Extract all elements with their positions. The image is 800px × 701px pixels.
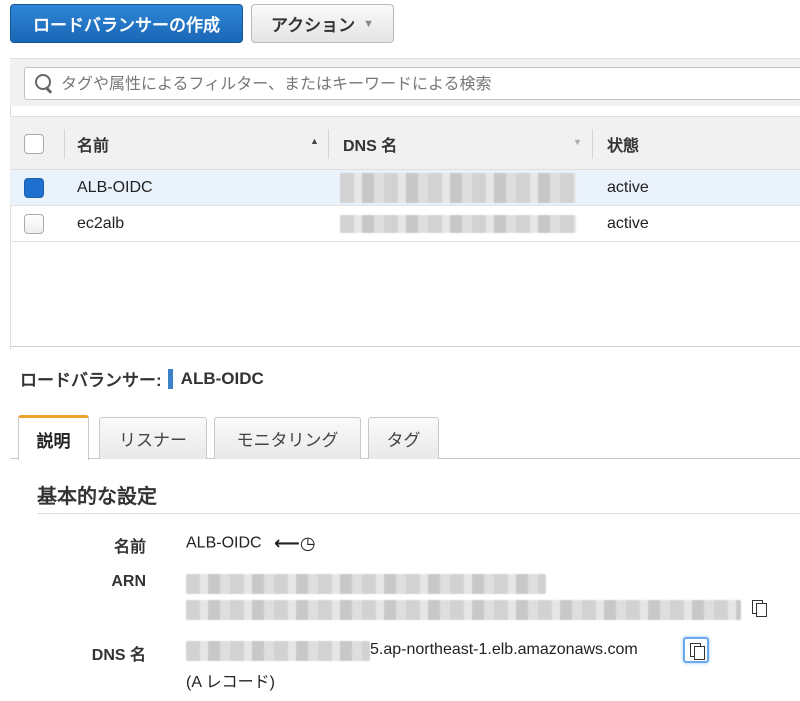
detail-title-value: ALB-OIDC bbox=[180, 368, 264, 388]
tab-tags-label: タグ bbox=[386, 431, 421, 450]
tab-monitoring-label: モニタリング bbox=[236, 431, 339, 450]
field-value-name: ALB-OIDC bbox=[186, 534, 262, 552]
detail-title: ロードバランサー: ALB-OIDC bbox=[20, 366, 264, 391]
column-header-dns[interactable]: DNS 名 bbox=[343, 117, 397, 171]
section-divider bbox=[37, 513, 800, 514]
column-header-state-label: 状態 bbox=[607, 138, 640, 155]
search-input[interactable] bbox=[61, 74, 800, 93]
table-header: 名前 ▲ DNS 名 ▼ 状態 bbox=[10, 116, 800, 170]
copy-arn-icon[interactable] bbox=[748, 597, 770, 619]
chevron-down-icon: ▼ bbox=[363, 17, 375, 30]
row-state: active bbox=[607, 179, 649, 196]
search-box[interactable] bbox=[24, 67, 800, 100]
table-empty-area bbox=[10, 242, 800, 347]
tab-description-label: 説明 bbox=[36, 431, 71, 451]
section-title: 基本的な設定 bbox=[37, 486, 157, 508]
column-header-dns-label: DNS 名 bbox=[343, 138, 398, 155]
column-divider bbox=[64, 129, 65, 159]
table-row[interactable]: ec2alb active bbox=[10, 206, 800, 242]
row-name: ec2alb bbox=[77, 215, 125, 232]
redacted-dns-value bbox=[340, 173, 576, 203]
history-icon[interactable]: ⟵◷ bbox=[274, 533, 316, 554]
tab-listeners-label: リスナー bbox=[119, 431, 187, 450]
sort-descending-icon[interactable]: ▼ bbox=[573, 137, 582, 147]
title-accent-bar bbox=[167, 368, 173, 389]
row-checkbox[interactable] bbox=[24, 214, 44, 234]
detail-tabs: 説明 リスナー モニタリング タグ bbox=[10, 415, 800, 460]
column-header-name-label: 名前 bbox=[77, 138, 110, 155]
field-value-name-wrap: ALB-OIDC ⟵◷ bbox=[186, 533, 316, 554]
tab-listeners[interactable]: リスナー bbox=[99, 417, 207, 459]
load-balancer-table: 名前 ▲ DNS 名 ▼ 状態 ALB-OIDC active ec2alb a… bbox=[10, 116, 800, 347]
create-load-balancer-label: ロードバランサーの作成 bbox=[33, 16, 220, 35]
column-header-name[interactable]: 名前 bbox=[77, 117, 109, 171]
actions-dropdown-button[interactable]: アクション ▼ bbox=[251, 4, 394, 43]
row-name: ALB-OIDC bbox=[77, 179, 153, 196]
field-value-dns-suffix: 5.ap-northeast-1.elb.amazonaws.com bbox=[370, 641, 638, 658]
create-load-balancer-button[interactable]: ロードバランサーの作成 bbox=[10, 4, 243, 43]
select-all-cell bbox=[24, 117, 44, 171]
redacted-arn-line-1 bbox=[186, 574, 546, 594]
column-divider bbox=[592, 129, 593, 159]
column-divider bbox=[328, 129, 329, 159]
row-dns-redacted bbox=[340, 170, 576, 206]
row-dns-redacted bbox=[340, 206, 576, 242]
row-checkbox-cell bbox=[24, 206, 44, 242]
field-value-dns-record-type: (A レコード) bbox=[186, 674, 275, 691]
select-all-checkbox[interactable] bbox=[24, 134, 44, 154]
table-row[interactable]: ALB-OIDC active bbox=[10, 170, 800, 206]
sort-ascending-icon[interactable]: ▲ bbox=[310, 136, 319, 146]
row-state: active bbox=[607, 215, 649, 232]
column-header-state[interactable]: 状態 bbox=[607, 117, 639, 171]
detail-title-label: ロードバランサー: bbox=[20, 371, 162, 390]
actions-label: アクション bbox=[270, 16, 356, 35]
redacted-dns-value bbox=[340, 215, 576, 233]
field-label-arn: ARN bbox=[111, 573, 146, 590]
tab-tags[interactable]: タグ bbox=[368, 417, 439, 459]
tab-description[interactable]: 説明 bbox=[18, 415, 89, 460]
filter-bar bbox=[10, 58, 800, 106]
tab-monitoring[interactable]: モニタリング bbox=[214, 417, 361, 459]
row-checkbox[interactable] bbox=[24, 178, 44, 198]
redacted-arn-line-2 bbox=[186, 600, 741, 620]
field-label-name: 名前 bbox=[113, 539, 146, 556]
field-label-dns: DNS 名 bbox=[91, 647, 146, 664]
search-icon bbox=[33, 73, 55, 95]
row-checkbox-cell bbox=[24, 170, 44, 206]
copy-dns-icon[interactable] bbox=[683, 637, 709, 663]
redacted-dns-prefix bbox=[186, 641, 370, 661]
